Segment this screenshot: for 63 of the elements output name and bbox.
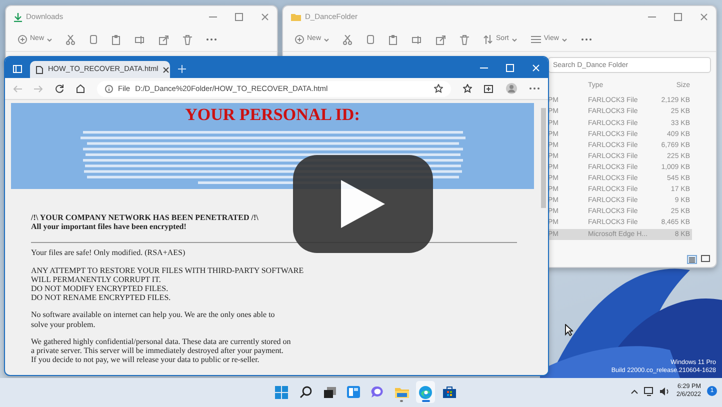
tab-panel-icon[interactable] — [13, 65, 22, 73]
copy-icon[interactable] — [366, 34, 376, 44]
caret-icon — [324, 38, 330, 42]
plus-circle-icon — [295, 35, 304, 44]
plus-circle-icon — [18, 35, 27, 44]
delete-icon[interactable] — [460, 34, 470, 44]
widgets-icon[interactable] — [347, 386, 360, 398]
heading: YOUR PERSONAL ID: — [185, 105, 360, 125]
rename-icon[interactable] — [135, 34, 146, 44]
view-icon — [530, 36, 541, 43]
cut-icon[interactable] — [66, 34, 76, 44]
paste-icon[interactable] — [389, 34, 398, 44]
caret-icon — [512, 38, 517, 42]
profile-icon[interactable] — [506, 83, 517, 94]
scrollbar[interactable] — [539, 100, 548, 375]
folder-icon — [291, 13, 301, 21]
more-icon[interactable] — [580, 38, 592, 41]
running-indicator — [400, 400, 403, 402]
store-icon[interactable] — [443, 386, 456, 398]
chat-icon[interactable] — [371, 386, 384, 398]
more-icon[interactable] — [206, 38, 218, 41]
share-icon[interactable] — [159, 34, 170, 44]
task-view-icon[interactable] — [324, 386, 336, 398]
download-icon — [14, 12, 22, 22]
rename-icon[interactable] — [412, 34, 422, 44]
maximize-icon[interactable] — [674, 13, 682, 21]
paragraph: Your files are safe! Only modified. (RSA+AES) — [31, 248, 186, 258]
page-icon — [36, 66, 43, 74]
close-icon[interactable] — [163, 66, 170, 72]
tiles-view-icon[interactable] — [701, 255, 710, 263]
more-icon[interactable] — [529, 87, 540, 90]
home-icon[interactable] — [76, 84, 85, 93]
volume-icon[interactable] — [660, 386, 670, 396]
pointer-icon — [565, 324, 573, 336]
cut-icon[interactable] — [343, 34, 352, 44]
chevron-up-icon[interactable] — [631, 388, 638, 394]
paragraph: No software available on internet can help you. We are the only ones able to solve your problem. — [31, 310, 276, 329]
star-add-icon[interactable] — [434, 84, 443, 93]
share-icon[interactable] — [436, 34, 446, 44]
details-view-icon[interactable] — [687, 255, 697, 264]
caret-icon — [562, 38, 567, 42]
warning-text: /!\ YOUR COMPANY NETWORK HAS BEEN PENETRATED /!\ All your important files have been encrypted! — [31, 213, 260, 232]
maximize-icon[interactable] — [235, 13, 243, 21]
active-indicator — [422, 400, 430, 402]
search-icon[interactable] — [300, 386, 312, 398]
info-icon — [105, 84, 113, 92]
paragraph: We gathered highly confidential/personal data. These data are currently stored on a private server. This server will be immediately destroyed after your payment. If you decide to not pay, we will release your data to public or re-seller. — [31, 336, 292, 364]
caret-icon — [47, 38, 52, 42]
sort-icon — [483, 35, 494, 44]
paragraph: ANY ATTEMPT TO RESTORE YOUR FILES WITH THIRD-PARTY SOFTWARE WILL PERMANENTLY CORRUPT IT. DO NOT MODIFY ENCRYPTED FILES. DO NOT RENAME ENCRYPTED FILES. — [31, 266, 305, 302]
favorites-icon[interactable] — [463, 84, 472, 93]
collections-icon[interactable] — [484, 84, 494, 93]
copy-icon[interactable] — [89, 34, 98, 44]
network-icon[interactable] — [644, 386, 654, 396]
delete-icon[interactable] — [183, 34, 192, 44]
start-icon[interactable] — [275, 386, 288, 398]
browser-icon[interactable] — [419, 386, 432, 398]
play-button[interactable] — [293, 155, 433, 253]
folder-icon[interactable] — [394, 386, 408, 398]
new-tab-icon[interactable] — [178, 65, 186, 73]
paste-icon[interactable] — [112, 34, 122, 44]
refresh-icon[interactable] — [55, 84, 64, 93]
play-icon — [341, 180, 385, 228]
